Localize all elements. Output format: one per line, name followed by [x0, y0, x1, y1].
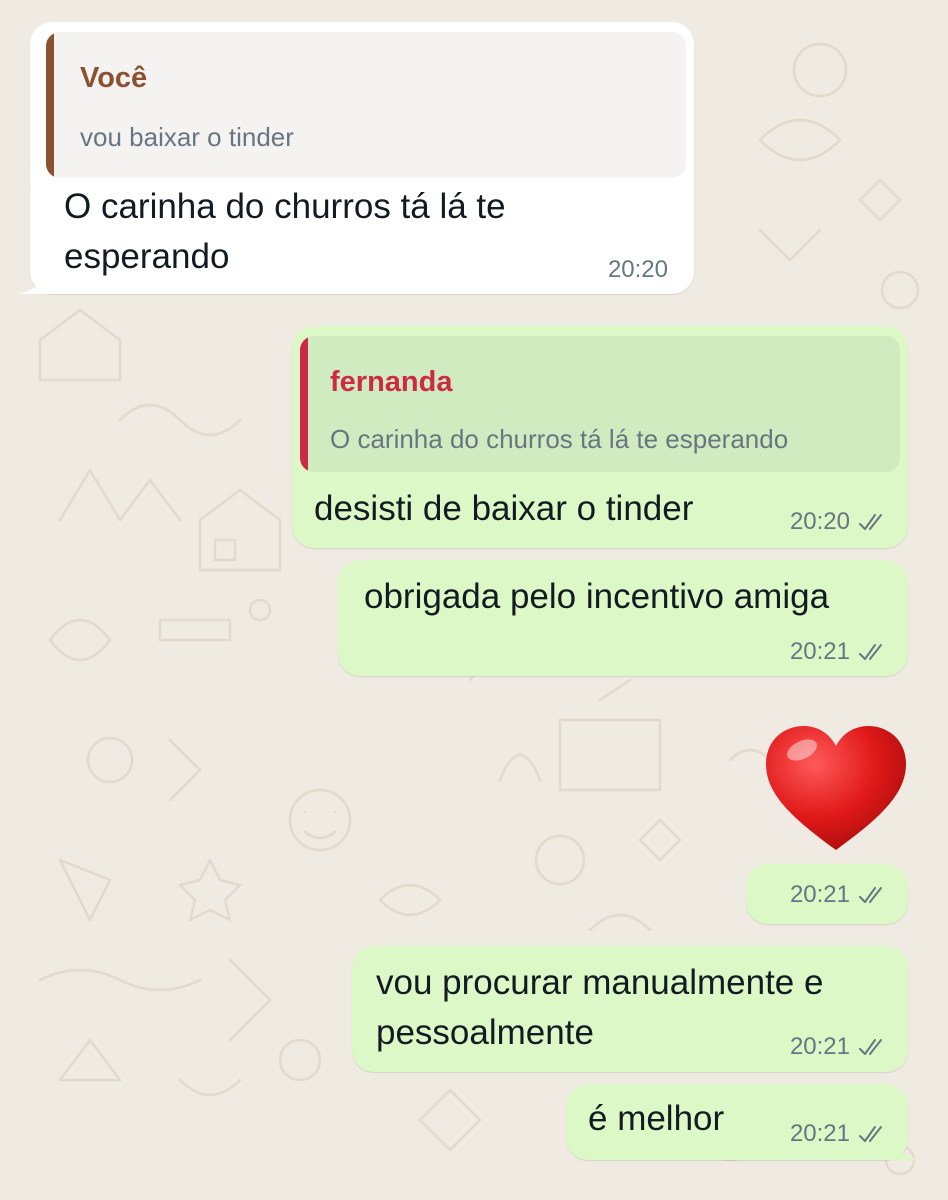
outgoing-message-bubble[interactable]: fernanda O carinha do churros tá lá te e… — [292, 326, 908, 548]
outgoing-message-bubble[interactable]: é melhor 20:21 — [566, 1084, 920, 1160]
outgoing-message-bubble[interactable]: vou procurar manualmente e pessoalmente … — [352, 946, 908, 1072]
message-timestamp: 20:20 — [789, 508, 850, 535]
quote-accent-bar — [300, 336, 308, 472]
message-timestamp: 20:20 — [607, 256, 668, 283]
double-check-icon — [859, 514, 882, 530]
message-text-line: pessoalmente — [376, 1013, 594, 1052]
incoming-message-bubble[interactable]: Você vou baixar o tinder O carinha do ch… — [18, 22, 694, 294]
heart-emoji[interactable] — [762, 722, 910, 854]
message-meta: 20:21 — [790, 881, 888, 909]
double-check-icon — [859, 1126, 882, 1142]
quote-text: O carinha do churros tá lá te esperando — [330, 424, 789, 454]
message-text-line: vou procurar manualmente e — [376, 963, 824, 1002]
message-meta: 20:21 — [790, 1120, 888, 1148]
bubble-tail — [890, 1136, 920, 1160]
message-text-line: obrigada pelo incentivo amiga — [364, 577, 830, 616]
message-text-line: desisti de baixar o tinder — [314, 489, 694, 528]
quoted-message[interactable]: Você vou baixar o tinder — [46, 32, 686, 178]
double-check-icon — [859, 887, 882, 903]
quoted-message[interactable]: fernanda O carinha do churros tá lá te e… — [300, 336, 900, 472]
message-timestamp: 20:21 — [789, 1033, 850, 1060]
message-meta: 20:21 — [790, 638, 888, 666]
message-meta: 20:20 — [790, 508, 888, 536]
quote-author: Você — [80, 62, 148, 94]
message-meta: 20:21 — [790, 1033, 888, 1061]
message-timestamp: 20:21 — [789, 638, 850, 665]
message-timestamp: 20:21 — [789, 881, 850, 908]
message-timestamp: 20:21 — [789, 1120, 850, 1147]
bubble-tail — [18, 270, 48, 294]
quote-accent-bar — [46, 32, 54, 178]
quote-author: fernanda — [330, 366, 453, 398]
message-text-line: é melhor — [588, 1099, 725, 1138]
message-meta: 20:20 — [608, 256, 668, 284]
double-check-icon — [859, 644, 882, 660]
outgoing-message-bubble[interactable]: obrigada pelo incentivo amiga 20:21 — [338, 560, 908, 676]
message-text-line: O carinha do churros tá lá te — [64, 187, 506, 226]
double-check-icon — [859, 1039, 882, 1055]
quote-text: vou baixar o tinder — [80, 122, 294, 152]
message-text-line: esperando — [64, 237, 230, 276]
outgoing-message-bubble[interactable]: 20:21 — [746, 864, 908, 924]
